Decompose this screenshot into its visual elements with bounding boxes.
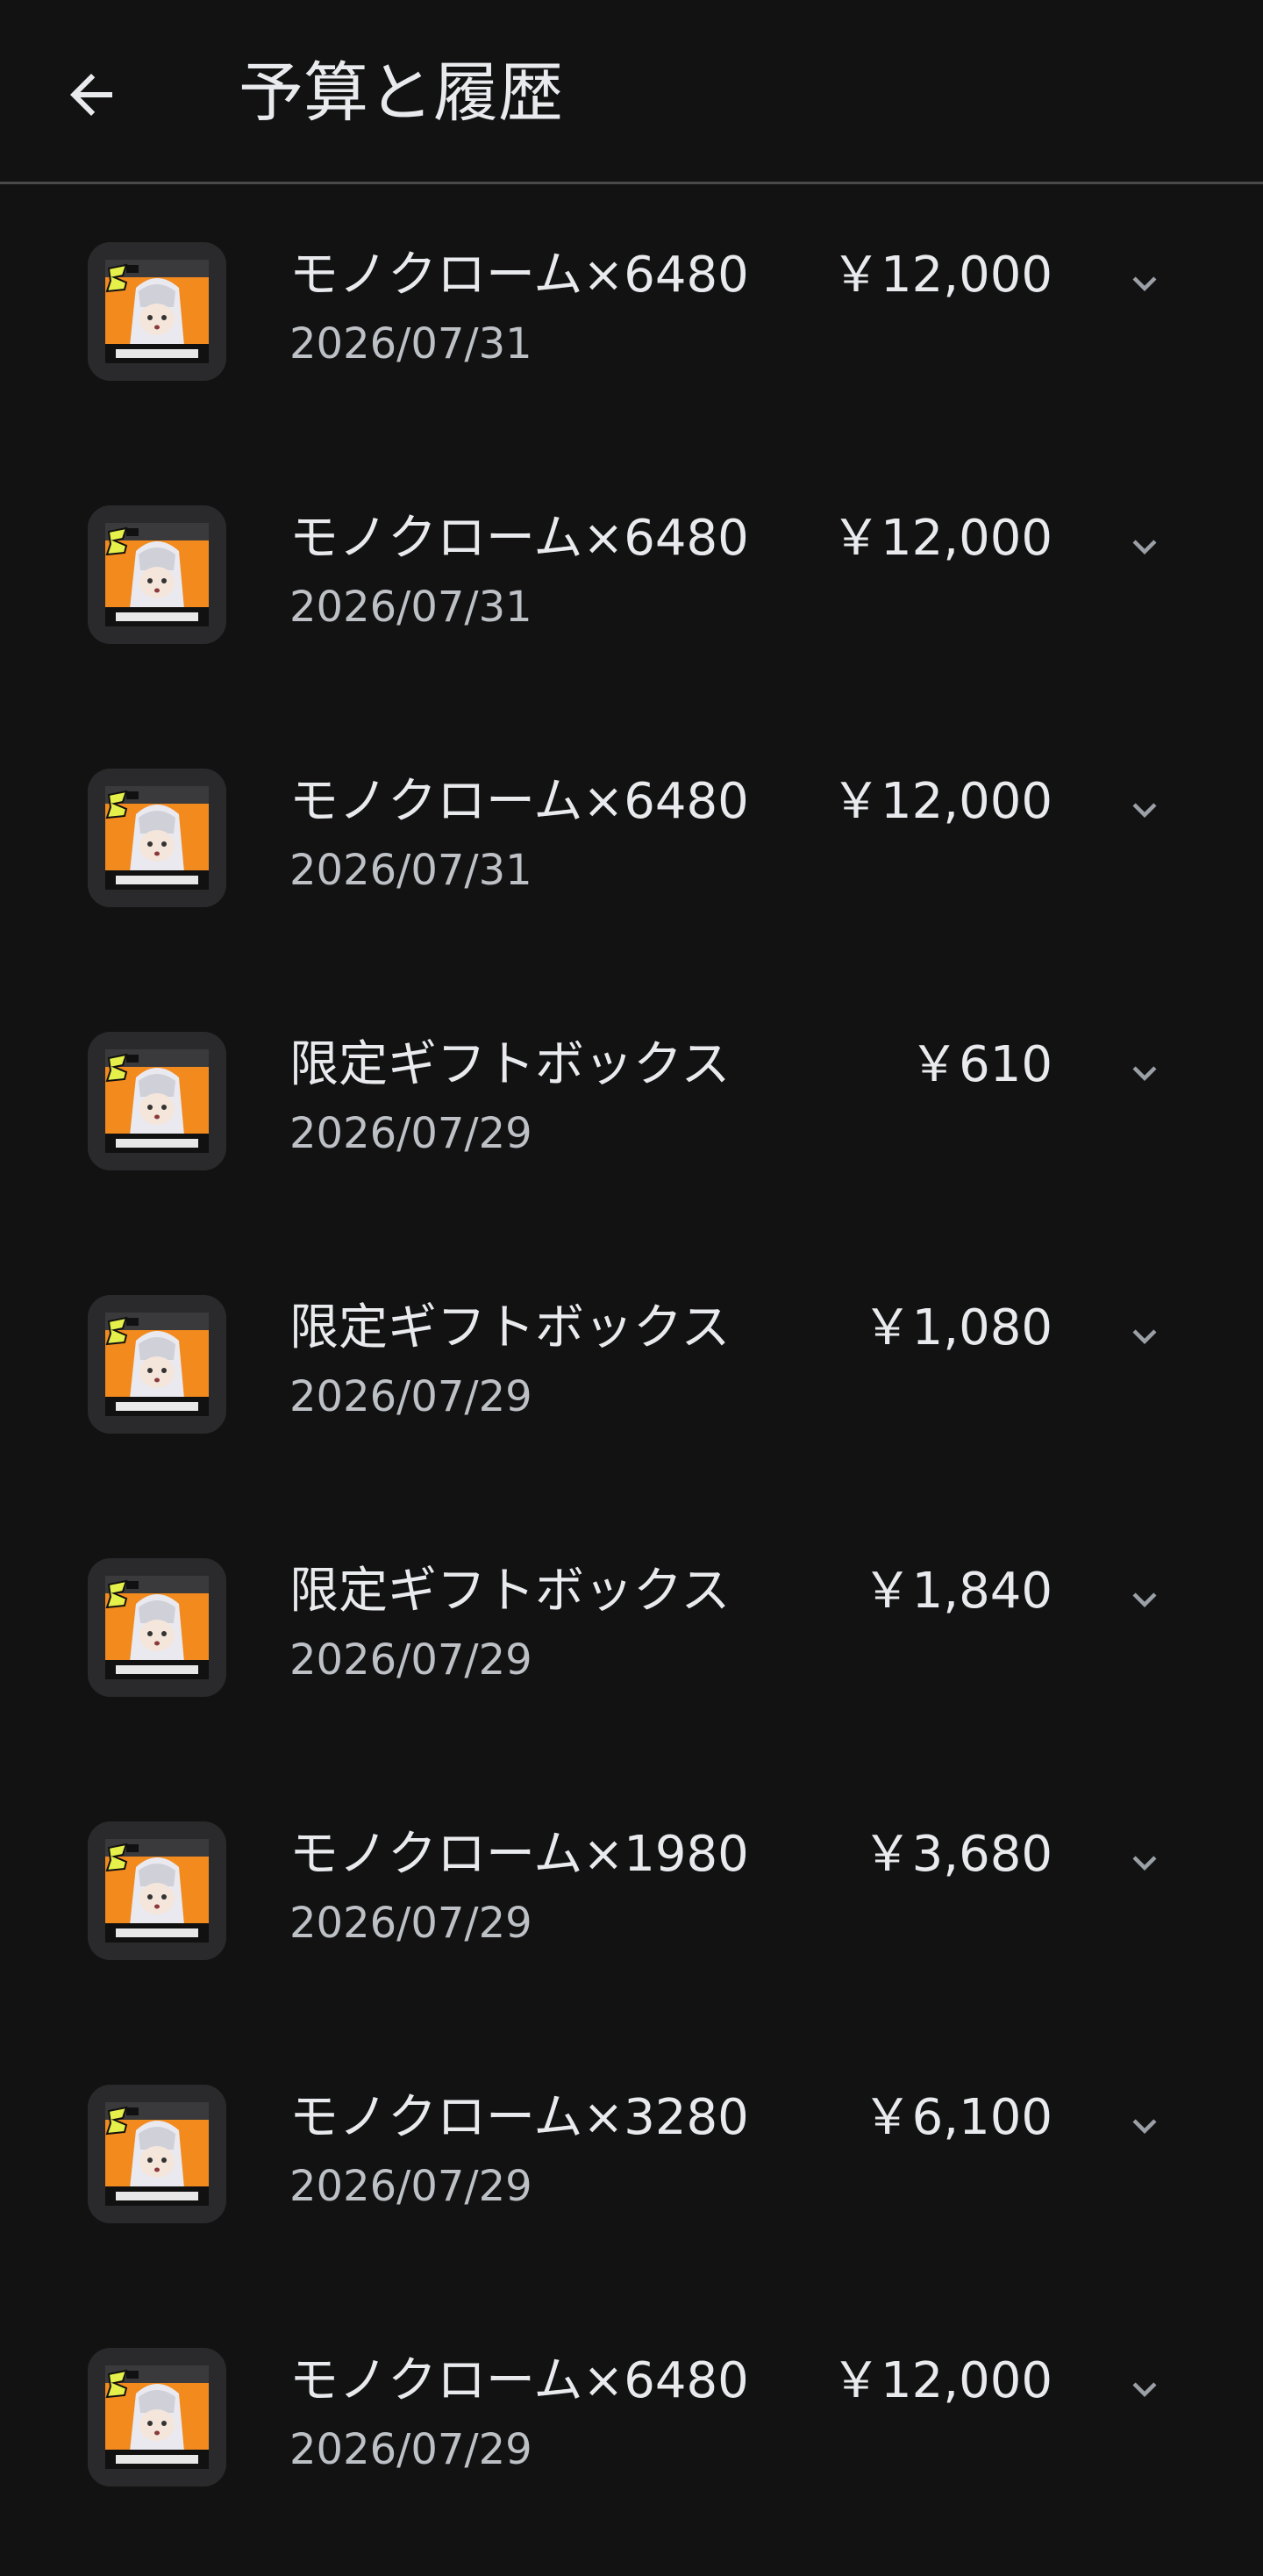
game-app-icon <box>88 242 226 381</box>
item-price: ￥12,000 <box>831 510 1052 567</box>
transaction-row[interactable]: モノクローム×1980 2026/07/29 ￥3,680 <box>0 1764 1263 2027</box>
item-price: ￥1,840 <box>862 1563 1052 1620</box>
chevron-down-icon[interactable] <box>1114 2095 1175 2157</box>
transaction-row[interactable]: 限定ギフトボックス 2026/07/29 ￥1,840 <box>0 1500 1263 1764</box>
chevron-down-icon[interactable] <box>1114 1832 1175 1893</box>
chevron-down-icon[interactable] <box>1114 516 1175 577</box>
game-app-icon <box>88 1558 226 1697</box>
purchase-date: 2026/07/29 <box>289 1635 532 1685</box>
purchase-date: 2026/07/29 <box>289 1899 532 1948</box>
transaction-row[interactable]: 限定ギフトボックス 2026/07/29 ￥1,080 <box>0 1237 1263 1500</box>
chevron-down-icon[interactable] <box>1114 779 1175 841</box>
item-price: ￥12,000 <box>831 2352 1052 2409</box>
chevron-down-icon[interactable] <box>1114 1306 1175 1367</box>
game-app-icon <box>88 769 226 907</box>
item-name: モノクローム×6480 <box>289 510 749 567</box>
transaction-row[interactable]: モノクローム×3280 2026/07/29 ￥6,100 <box>0 2027 1263 2290</box>
transaction-row[interactable]: モノクローム×6480 2026/07/31 ￥12,000 <box>0 184 1263 447</box>
chevron-down-icon[interactable] <box>1114 1042 1175 1104</box>
transaction-list: モノクローム×6480 2026/07/31 ￥12,000 モノクローム×6480… <box>0 184 1263 2553</box>
item-price: ￥12,000 <box>831 247 1052 304</box>
purchase-date: 2026/07/29 <box>289 2425 532 2474</box>
game-app-icon <box>88 2085 226 2223</box>
game-app-icon <box>88 1032 226 1170</box>
purchase-date: 2026/07/31 <box>289 319 532 369</box>
item-name: モノクローム×3280 <box>289 2089 749 2146</box>
chevron-down-icon[interactable] <box>1114 253 1175 314</box>
item-name: 限定ギフトボックス <box>289 1299 731 1356</box>
game-app-icon <box>88 1821 226 1960</box>
purchase-date: 2026/07/29 <box>289 1109 532 1158</box>
top-app-bar: 予算と履歴 <box>0 0 1263 184</box>
transaction-row[interactable]: モノクローム×6480 2026/07/31 ￥12,000 <box>0 711 1263 974</box>
transaction-row[interactable]: モノクローム×6480 2026/07/31 ￥12,000 <box>0 447 1263 711</box>
transaction-row[interactable]: 限定ギフトボックス 2026/07/29 ￥610 <box>0 974 1263 1237</box>
game-app-icon <box>88 1295 226 1434</box>
item-price: ￥3,680 <box>862 1826 1052 1883</box>
item-name: モノクローム×6480 <box>289 2352 749 2409</box>
item-name: モノクローム×1980 <box>289 1826 749 1883</box>
item-name: 限定ギフトボックス <box>289 1563 731 1620</box>
chevron-down-icon[interactable] <box>1114 2358 1175 2420</box>
purchase-date: 2026/07/31 <box>289 583 532 632</box>
back-button[interactable] <box>47 51 135 139</box>
chevron-down-icon[interactable] <box>1114 1569 1175 1630</box>
arrow-back-icon <box>70 74 112 116</box>
purchase-date: 2026/07/29 <box>289 1372 532 1421</box>
item-name: モノクローム×6480 <box>289 773 749 830</box>
purchase-date: 2026/07/29 <box>289 2162 532 2211</box>
item-price: ￥6,100 <box>862 2089 1052 2146</box>
item-price: ￥1,080 <box>862 1299 1052 1356</box>
page-title: 予算と履歴 <box>239 55 563 131</box>
game-app-icon <box>88 505 226 644</box>
item-price: ￥12,000 <box>831 773 1052 830</box>
item-price: ￥610 <box>910 1036 1052 1093</box>
transaction-row[interactable]: モノクローム×6480 2026/07/29 ￥12,000 <box>0 2290 1263 2553</box>
item-name: 限定ギフトボックス <box>289 1036 731 1093</box>
item-name: モノクローム×6480 <box>289 247 749 304</box>
purchase-date: 2026/07/31 <box>289 846 532 895</box>
game-app-icon <box>88 2348 226 2487</box>
